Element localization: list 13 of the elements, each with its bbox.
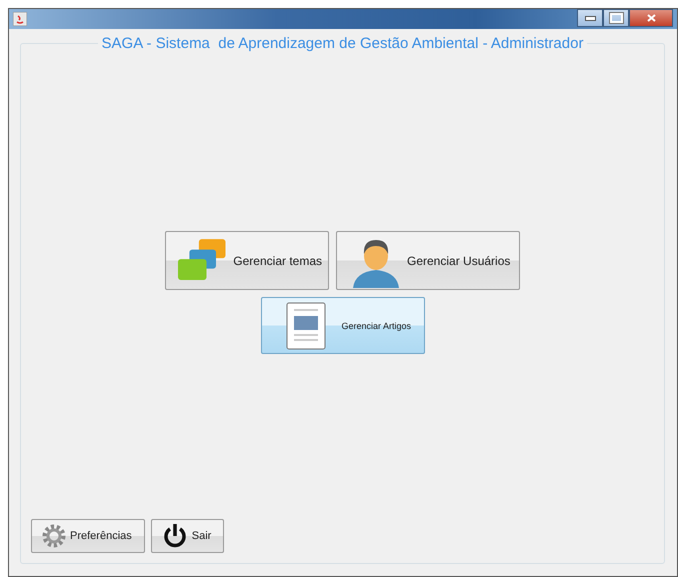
preferences-button[interactable]: Preferências xyxy=(31,519,145,553)
manage-button[interactable]: Gerenciar Artigos xyxy=(260,297,424,354)
minimize-button[interactable] xyxy=(577,9,603,27)
close-button[interactable] xyxy=(629,9,673,27)
close-icon xyxy=(646,14,656,22)
manage-button[interactable]: Gerenciar Usuários xyxy=(336,231,520,290)
manage-button[interactable]: Gerenciar temas xyxy=(165,231,329,290)
gear-icon xyxy=(42,524,66,548)
panel-title: SAGA - Sistema de Aprendizagem de Gestão Ambiental - Administrador xyxy=(100,35,584,52)
power-icon xyxy=(162,523,188,549)
maximize-button[interactable] xyxy=(603,9,629,27)
exit-button[interactable]: Sair xyxy=(150,519,224,553)
document-icon xyxy=(286,302,326,350)
